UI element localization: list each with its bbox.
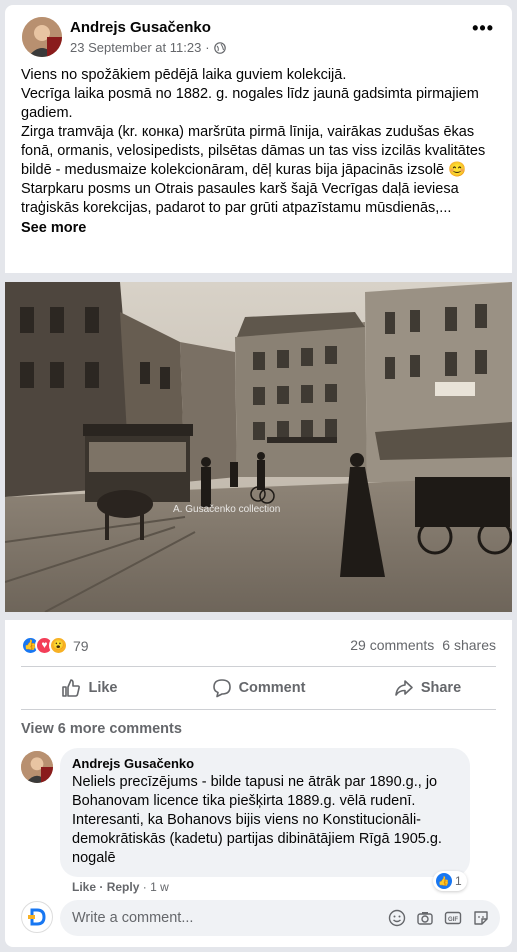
- comment-reply-link[interactable]: Reply: [107, 880, 140, 894]
- photo-watermark: A. Gusačenko collection: [173, 504, 281, 515]
- gif-icon[interactable]: GIF: [444, 909, 462, 927]
- meta-separator: ·: [205, 40, 210, 55]
- post-card-header: Andrejs Gusačenko 23 September at 11:23 …: [5, 5, 512, 273]
- comment-text: Neliels precīzējums - bilde tapusi ne āt…: [72, 774, 442, 866]
- comment-reaction-count: 1: [455, 874, 462, 888]
- composer-tools: GIF: [388, 909, 490, 927]
- comment-icon: [212, 679, 231, 698]
- post-text-line: Viens no spožākiem pēdējā laika guviem k…: [21, 67, 347, 83]
- like-button[interactable]: Like: [5, 670, 174, 706]
- post-photo[interactable]: A. Gusačenko collection: [5, 282, 512, 612]
- post-author-name[interactable]: Andrejs Gusačenko: [70, 19, 211, 36]
- comment-button[interactable]: Comment: [174, 670, 343, 706]
- divider: [21, 709, 496, 710]
- post-actions: Like Comment Share: [5, 670, 512, 706]
- svg-text:GIF: GIF: [448, 917, 458, 923]
- author-avatar[interactable]: [22, 17, 62, 57]
- see-more-link[interactable]: See more: [21, 219, 501, 238]
- post-text: Viens no spožākiem pēdējā laika guviem k…: [21, 66, 501, 238]
- more-options-icon[interactable]: •••: [472, 19, 494, 37]
- emoji-icon[interactable]: [388, 909, 406, 927]
- sticker-icon[interactable]: [472, 909, 490, 927]
- commenter-avatar[interactable]: [21, 751, 53, 783]
- thumbs-up-icon: [62, 679, 81, 697]
- comment-time[interactable]: 1 w: [150, 880, 169, 894]
- comment-composer: GIF: [60, 900, 500, 936]
- comment-author[interactable]: Andrejs Gusačenko: [72, 756, 458, 771]
- comment-label: Comment: [238, 680, 306, 696]
- view-more-comments-link[interactable]: View 6 more comments: [21, 721, 182, 737]
- engagement-counts: 29 comments 6 shares: [350, 637, 496, 653]
- comments-count[interactable]: 29 comments: [350, 637, 434, 653]
- reactions-summary[interactable]: 👍 ♥ 😮 79: [21, 636, 89, 655]
- share-button[interactable]: Share: [343, 670, 512, 706]
- comment-reactions[interactable]: 👍 1: [433, 871, 467, 891]
- comment-actions: Like · Reply · 1 w: [72, 880, 169, 894]
- globe-icon: [213, 41, 226, 54]
- comment-bubble: Andrejs Gusačenko Neliels precīzējums - …: [60, 748, 470, 877]
- d-logo-icon: [24, 904, 50, 930]
- share-label: Share: [420, 680, 462, 696]
- like-reaction-icon: 👍: [436, 873, 452, 889]
- post-text-line: Starpkaru posms un Otrais pasaules karš …: [21, 181, 459, 216]
- share-icon: [395, 680, 413, 696]
- post-text-line: Zirga tramvāja (kr. конка) maršrūta pirm…: [21, 124, 486, 178]
- like-label: Like: [88, 680, 118, 696]
- post-meta: 23 September at 11:23 ·: [70, 40, 226, 55]
- comment-input[interactable]: [72, 910, 362, 926]
- historic-street-photo: [5, 282, 512, 612]
- reaction-count: 79: [73, 637, 89, 654]
- comment-like-link[interactable]: Like: [72, 880, 96, 894]
- wow-reaction-icon: 😮: [49, 636, 68, 655]
- post-card-footer: 👍 ♥ 😮 79 29 comments 6 shares Like Comme…: [5, 620, 512, 947]
- post-timestamp[interactable]: 23 September at 11:23: [70, 40, 201, 55]
- divider: [21, 666, 496, 667]
- shares-count[interactable]: 6 shares: [442, 637, 496, 653]
- my-avatar[interactable]: [21, 901, 53, 933]
- camera-icon[interactable]: [416, 909, 434, 927]
- post-text-line: Vecrīga laika posmā no 1882. g. nogales …: [21, 86, 479, 121]
